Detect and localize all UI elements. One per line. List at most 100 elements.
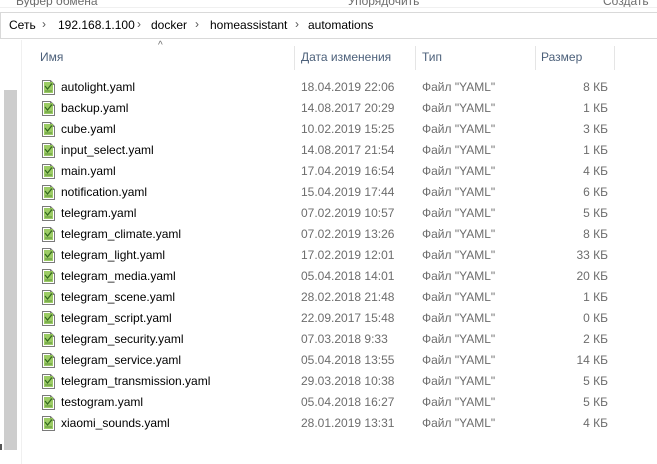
- file-type: Файл "YAML": [422, 353, 496, 367]
- file-type: Файл "YAML": [422, 227, 496, 241]
- file-row[interactable]: telegram_media.yaml 05.04.2018 14:01 Фай…: [22, 266, 657, 287]
- breadcrumb-item-homeassistant[interactable]: homeassistant: [210, 18, 287, 32]
- column-header-type[interactable]: Тип: [422, 46, 442, 70]
- file-modified-date: 10.02.2019 15:25: [301, 122, 395, 136]
- file-row[interactable]: telegram_light.yaml 17.02.2019 12:01 Фай…: [22, 245, 657, 266]
- file-size: 8 КБ: [583, 227, 608, 241]
- file-row[interactable]: telegram.yaml 07.02.2019 10:57 Файл "YAM…: [22, 203, 657, 224]
- file-size: 1 КБ: [583, 290, 608, 304]
- column-divider[interactable]: [614, 46, 615, 70]
- file-size: 14 КБ: [576, 353, 608, 367]
- yaml-file-icon: [42, 374, 55, 389]
- file-name: main.yaml: [61, 164, 116, 178]
- breadcrumb-item-automations[interactable]: automations: [308, 18, 373, 32]
- file-type: Файл "YAML": [422, 80, 496, 94]
- breadcrumb-item-host[interactable]: 192.168.1.100: [58, 18, 135, 32]
- file-row[interactable]: main.yaml 17.04.2019 16:54 Файл "YAML" 4…: [22, 161, 657, 182]
- file-type: Файл "YAML": [422, 164, 496, 178]
- chevron-right-icon[interactable]: ›: [295, 17, 299, 31]
- file-size: 1 КБ: [583, 143, 608, 157]
- file-size: 20 КБ: [576, 269, 608, 283]
- yaml-file-icon: [42, 185, 55, 200]
- file-row[interactable]: telegram_script.yaml 22.09.2017 15:48 Фа…: [22, 308, 657, 329]
- pane-edge-mark: [0, 444, 2, 450]
- file-list: ^ Имя Дата изменения Тип Размер autoligh…: [22, 40, 657, 464]
- file-name: telegram.yaml: [61, 206, 137, 220]
- file-modified-date: 28.02.2018 21:48: [301, 290, 395, 304]
- column-header-name[interactable]: Имя: [40, 46, 63, 70]
- chevron-right-icon[interactable]: ›: [195, 17, 199, 31]
- chevron-right-icon[interactable]: ›: [137, 17, 141, 31]
- file-type: Файл "YAML": [422, 332, 496, 346]
- file-modified-date: 07.03.2018 9:33: [301, 332, 388, 346]
- yaml-file-icon: [42, 248, 55, 263]
- file-type: Файл "YAML": [422, 143, 496, 157]
- file-type: Файл "YAML": [422, 311, 496, 325]
- file-row[interactable]: cube.yaml 10.02.2019 15:25 Файл "YAML" 3…: [22, 119, 657, 140]
- file-type: Файл "YAML": [422, 122, 496, 136]
- yaml-file-icon: [42, 164, 55, 179]
- file-modified-date: 17.04.2019 16:54: [301, 164, 395, 178]
- file-size: 0 КБ: [583, 311, 608, 325]
- yaml-file-icon: [42, 227, 55, 242]
- yaml-file-icon: [42, 80, 55, 95]
- file-size: 8 КБ: [583, 80, 608, 94]
- yaml-file-icon: [42, 206, 55, 221]
- yaml-file-icon: [42, 101, 55, 116]
- file-name: cube.yaml: [61, 122, 116, 136]
- file-row[interactable]: xiaomi_sounds.yaml 28.01.2019 13:31 Файл…: [22, 413, 657, 434]
- ribbon-strip: Буфер обмена Упорядочить Создать: [0, 0, 657, 8]
- file-modified-date: 05.04.2018 14:01: [301, 269, 395, 283]
- column-divider[interactable]: [294, 46, 295, 70]
- file-name: telegram_transmission.yaml: [61, 374, 211, 388]
- yaml-file-icon: [42, 416, 55, 431]
- yaml-file-icon: [42, 332, 55, 347]
- ribbon-clipboard-label: Буфер обмена: [16, 0, 98, 8]
- ribbon-create-label: Создать: [603, 0, 649, 8]
- file-name: notification.yaml: [61, 185, 148, 199]
- file-row[interactable]: testogram.yaml 05.04.2018 16:27 Файл "YA…: [22, 392, 657, 413]
- file-type: Файл "YAML": [422, 248, 496, 262]
- breadcrumb-item-network[interactable]: Сеть: [9, 18, 36, 32]
- file-name: testogram.yaml: [61, 395, 144, 409]
- yaml-file-icon: [42, 122, 55, 137]
- file-row[interactable]: input_select.yaml 14.08.2017 21:54 Файл …: [22, 140, 657, 161]
- file-row[interactable]: telegram_security.yaml 07.03.2018 9:33 Ф…: [22, 329, 657, 350]
- navigation-scrollbar-thumb[interactable]: [4, 90, 17, 450]
- file-modified-date: 14.08.2017 20:29: [301, 101, 395, 115]
- breadcrumb-item-docker[interactable]: docker: [151, 18, 187, 32]
- column-divider[interactable]: [415, 46, 416, 70]
- file-type: Файл "YAML": [422, 269, 496, 283]
- chevron-right-icon[interactable]: ›: [42, 17, 46, 31]
- yaml-file-icon: [42, 143, 55, 158]
- yaml-file-icon: [42, 395, 55, 410]
- file-row[interactable]: telegram_transmission.yaml 29.03.2018 10…: [22, 371, 657, 392]
- sort-ascending-icon: ^: [158, 40, 163, 51]
- file-size: 5 КБ: [583, 206, 608, 220]
- file-row[interactable]: telegram_climate.yaml 07.02.2019 13:26 Ф…: [22, 224, 657, 245]
- file-type: Файл "YAML": [422, 206, 496, 220]
- file-type: Файл "YAML": [422, 374, 496, 388]
- file-name: autolight.yaml: [61, 80, 136, 94]
- file-size: 5 КБ: [583, 374, 608, 388]
- file-row[interactable]: notification.yaml 15.04.2019 17:44 Файл …: [22, 182, 657, 203]
- file-name: telegram_climate.yaml: [61, 227, 182, 241]
- file-name: backup.yaml: [61, 101, 129, 115]
- file-row[interactable]: telegram_scene.yaml 28.02.2018 21:48 Фай…: [22, 287, 657, 308]
- file-modified-date: 14.08.2017 21:54: [301, 143, 395, 157]
- file-row[interactable]: autolight.yaml 18.04.2019 22:06 Файл "YA…: [22, 77, 657, 98]
- file-row[interactable]: backup.yaml 14.08.2017 20:29 Файл "YAML"…: [22, 98, 657, 119]
- breadcrumb[interactable]: Сеть › 192.168.1.100 › docker › homeassi…: [0, 12, 657, 39]
- file-modified-date: 05.04.2018 13:55: [301, 353, 395, 367]
- column-header-date[interactable]: Дата изменения: [301, 46, 391, 70]
- file-size: 6 КБ: [583, 185, 608, 199]
- file-modified-date: 07.02.2019 10:57: [301, 206, 395, 220]
- file-modified-date: 17.02.2019 12:01: [301, 248, 395, 262]
- file-size: 3 КБ: [583, 122, 608, 136]
- yaml-file-icon: [42, 290, 55, 305]
- yaml-file-icon: [42, 269, 55, 284]
- column-divider[interactable]: [535, 46, 536, 70]
- column-header-size[interactable]: Размер: [541, 46, 582, 70]
- file-modified-date: 15.04.2019 17:44: [301, 185, 395, 199]
- file-row[interactable]: telegram_service.yaml 05.04.2018 13:55 Ф…: [22, 350, 657, 371]
